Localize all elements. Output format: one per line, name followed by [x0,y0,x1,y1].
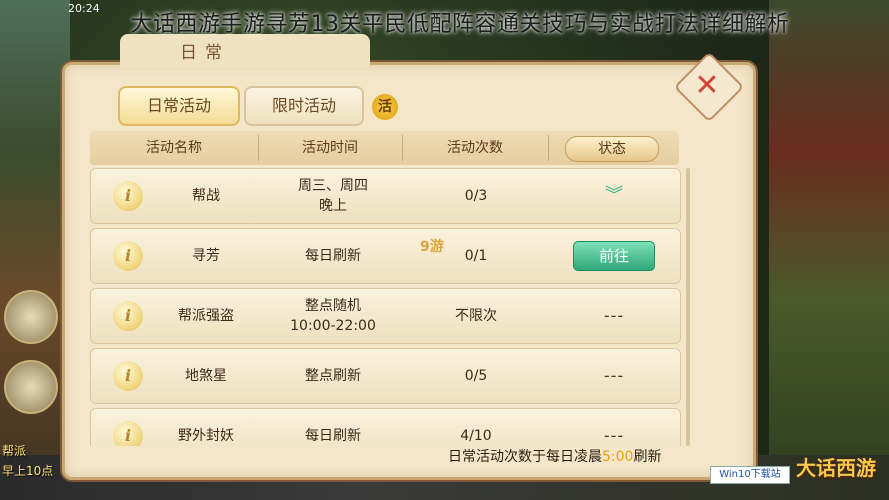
info-icon[interactable]: i [113,421,143,446]
refresh-note-suffix: 刷新 [633,449,662,465]
activity-count: 4/10 [460,428,492,444]
table-row[interactable]: i 野外封妖 每日刷新 4/10 --- [90,408,681,446]
header-status[interactable]: 状态 [565,136,659,162]
watermark-logo: 9游 [420,239,444,255]
activity-time-line1: 整点随机 [305,298,361,314]
activity-time: 周三、周四 晚上 [263,169,403,223]
header-time: 活动时间 [302,140,358,156]
left-chat-button[interactable] [4,360,58,414]
activity-time: 整点刷新 [305,368,361,384]
activity-name: 地煞星 [185,368,227,384]
panel-header [120,34,370,68]
table-row[interactable]: i 寻芳 每日刷新 0/1 前往 [90,228,681,284]
list-scrollbar[interactable] [686,168,690,446]
activity-time: 每日刷新 [305,428,361,444]
chevron-down-icon[interactable]: ︾ [605,186,623,206]
tab-daily-activities[interactable]: 日常活动 [118,86,240,126]
activity-time: 整点随机 10:00-22:00 [263,289,403,343]
table-row[interactable]: i 帮派强盗 整点随机 10:00-22:00 不限次 --- [90,288,681,344]
activity-time: 每日刷新 [305,248,361,264]
activity-count: 0/3 [464,188,488,204]
header-count: 活动次数 [447,140,503,156]
header-divider [548,135,549,161]
left-faction-label[interactable]: 帮派 [2,442,26,459]
activity-list[interactable]: i 帮战 周三、周四晚上 0/3 ︾ i 寻芳 每日刷新 0/1 前往 i 帮派… [90,168,690,446]
table-row[interactable]: i 帮战 周三、周四晚上 0/3 ︾ [90,168,681,224]
activity-name: 帮战 [192,188,220,204]
left-avatar-button[interactable] [4,290,58,344]
info-icon[interactable]: i [113,301,143,331]
refresh-note-text: 日常活动次数于每日凌晨 [448,449,602,465]
activity-name: 野外封妖 [178,428,234,444]
activity-name: 帮派强盗 [178,308,234,324]
game-background-right [769,0,889,500]
game-background-left [0,0,70,500]
refresh-time: 5:00 [602,449,634,465]
header-name: 活动名称 [146,140,202,156]
activity-icon[interactable]: 活 [372,94,398,120]
panel-title: 日常 [180,43,230,63]
activity-name: 寻芳 [192,248,220,264]
table-header: 活动名称 活动时间 活动次数 状态 [90,131,679,165]
activity-time-line1: 周三、周四 [298,178,368,194]
activity-time-line2: 晚上 [319,198,347,214]
tab-limited-activities[interactable]: 限时活动 [244,86,364,126]
info-icon[interactable]: i [113,181,143,211]
game-logo: 大话西游 [796,456,876,480]
status-text: --- [603,426,625,445]
refresh-note: 日常活动次数于每日凌晨5:00刷新 [448,446,661,466]
left-morning-label: 早上10点 [2,464,54,478]
table-row[interactable]: i 地煞星 整点刷新 0/5 --- [90,348,681,404]
status-cell: 前往 [549,229,679,283]
status-text: --- [603,306,625,325]
activity-count: 不限次 [455,308,497,324]
go-button[interactable]: 前往 [573,241,655,271]
article-title-overlay: 大话西游手游寻芳13关平民低配阵容通关技巧与实战打法详细解析 [130,12,790,37]
status-cell: ︾ [549,169,679,223]
info-icon[interactable]: i [113,241,143,271]
activity-count: 0/5 [464,368,488,384]
site-badge: Win10下载站 [710,466,790,484]
info-icon[interactable]: i [113,361,143,391]
status-text: --- [603,366,625,385]
close-icon[interactable]: ✕ [687,70,727,102]
activity-time-line2: 10:00-22:00 [290,318,376,334]
